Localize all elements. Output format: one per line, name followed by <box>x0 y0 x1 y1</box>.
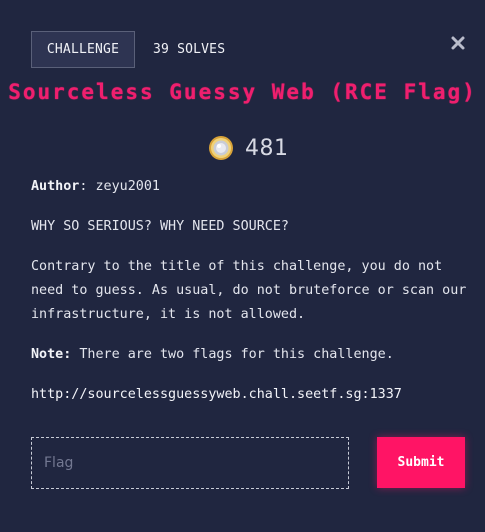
tab-challenge[interactable]: CHALLENGE <box>31 31 135 68</box>
author-label: Author <box>31 179 80 194</box>
challenge-header-tabs: CHALLENGE 39 SOLVES <box>31 31 225 68</box>
note-line: Note: There are two flags for this chall… <box>31 343 471 367</box>
tab-challenge-label: CHALLENGE <box>46 42 120 57</box>
note-label: Note: <box>31 347 72 362</box>
author-separator: : <box>79 179 88 194</box>
challenge-points: 481 <box>208 135 289 161</box>
flag-input[interactable] <box>31 437 349 489</box>
author-name: zeyu2001 <box>95 179 161 194</box>
coin-icon <box>208 135 234 161</box>
challenge-url-line: http://sourcelessguessyweb.chall.seetf.s… <box>31 383 471 407</box>
challenge-url-link[interactable]: http://sourcelessguessyweb.chall.seetf.s… <box>31 387 402 402</box>
tab-solves[interactable]: 39 SOLVES <box>153 42 225 57</box>
close-icon[interactable] <box>450 35 466 51</box>
challenge-description: Author: zeyu2001 WHY SO SERIOUS? WHY NEE… <box>31 175 471 407</box>
submit-button[interactable]: Submit <box>377 437 465 488</box>
note-text: There are two flags for this challenge. <box>79 347 394 362</box>
points-value: 481 <box>245 135 289 161</box>
challenge-title: Sourceless Guessy Web (RCE Flag) <box>8 80 477 104</box>
challenge-body: Contrary to the title of this challenge,… <box>31 259 467 322</box>
tab-solves-label: 39 SOLVES <box>153 42 226 57</box>
challenge-tagline: WHY SO SERIOUS? WHY NEED SOURCE? <box>31 219 289 234</box>
author-line: Author: zeyu2001 <box>31 175 471 199</box>
